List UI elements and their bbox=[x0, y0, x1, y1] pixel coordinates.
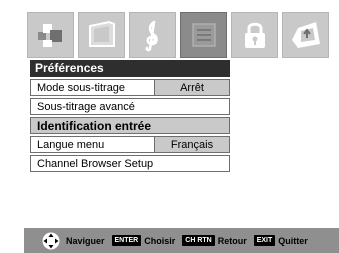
navigation-dpad-icon bbox=[42, 232, 60, 249]
lock-icon bbox=[244, 22, 265, 48]
tab-lock[interactable] bbox=[231, 12, 278, 58]
preferences-menu-panel: Préférences Mode sous-titrage Arrêt Sous… bbox=[30, 60, 230, 172]
tab-audio[interactable] bbox=[129, 12, 176, 58]
preferences-icon bbox=[191, 23, 216, 47]
navigate-label: Naviguer bbox=[66, 235, 105, 246]
tab-picture[interactable] bbox=[27, 12, 74, 58]
screen-shape-icon bbox=[88, 20, 115, 47]
tv-menu-screen: Préférences Mode sous-titrage Arrêt Sous… bbox=[0, 0, 339, 253]
setup-icon bbox=[291, 22, 320, 48]
menu-item-sous-titrage-avance[interactable]: Sous-titrage avancé bbox=[30, 98, 230, 115]
audio-clef-icon bbox=[145, 20, 158, 52]
menu-tab-strip bbox=[27, 12, 334, 58]
menu-item-channel-browser-setup[interactable]: Channel Browser Setup bbox=[30, 155, 230, 172]
menu-item-mode-sous-titrage[interactable]: Mode sous-titrage Arrêt bbox=[30, 79, 230, 96]
menu-item-langue-menu[interactable]: Langue menu Français bbox=[30, 136, 230, 153]
menu-item-label: Sous-titrage avancé bbox=[37, 101, 135, 113]
exit-key: EXIT bbox=[253, 235, 276, 246]
menu-title: Préférences bbox=[30, 60, 230, 77]
menu-item-label: Channel Browser Setup bbox=[37, 158, 154, 170]
tab-preferences[interactable] bbox=[180, 12, 227, 58]
menu-item-value[interactable]: Français bbox=[154, 137, 229, 152]
return-label: Retour bbox=[217, 235, 247, 246]
menu-item-value[interactable]: Arrêt bbox=[154, 80, 229, 95]
exit-label: Quitter bbox=[278, 235, 308, 246]
tab-screen[interactable] bbox=[78, 12, 125, 58]
menu-item-label: Mode sous-titrage bbox=[37, 82, 126, 94]
menu-item-identification-entree[interactable]: Identification entrée bbox=[30, 117, 230, 134]
ch-rtn-key: CH RTN bbox=[182, 235, 215, 246]
status-bar: Naviguer ENTER Choisir CH RTN Retour EXI… bbox=[24, 228, 339, 253]
tab-setup[interactable] bbox=[282, 12, 329, 58]
enter-key: ENTER bbox=[111, 235, 142, 246]
menu-item-label: Identification entrée bbox=[37, 119, 152, 133]
picture-icon bbox=[37, 24, 62, 47]
menu-item-label: Langue menu bbox=[37, 139, 105, 151]
enter-label: Choisir bbox=[144, 235, 176, 246]
